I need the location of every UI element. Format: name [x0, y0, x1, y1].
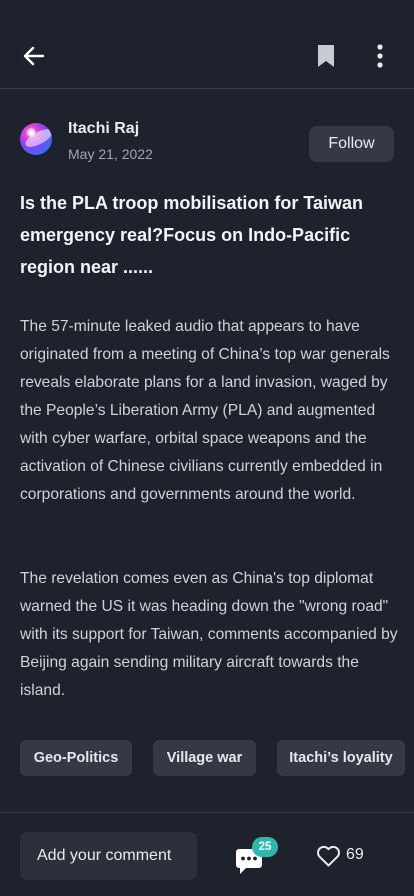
article-screen: Itachi Raj May 21, 2022 Follow Is the PL…	[0, 0, 414, 896]
tag-village-war[interactable]: Village war	[153, 740, 256, 776]
arrow-left-icon[interactable]	[20, 42, 48, 70]
avatar[interactable]	[20, 123, 52, 155]
post-paragraph-2: The revelation comes even as China's top…	[20, 570, 398, 699]
tag-itachis-loyality[interactable]: Itachi’s loyality	[277, 740, 405, 776]
like-count: 69	[346, 846, 364, 863]
tag-geo-politics[interactable]: Geo-Politics	[20, 740, 132, 776]
post-title: Is the PLA troop mobilisation for Taiwan…	[20, 193, 364, 277]
heart-icon[interactable]	[316, 844, 341, 868]
header-divider	[0, 88, 414, 89]
comment-count-badge: 25	[252, 837, 278, 857]
comment-input[interactable]: Add your comment	[20, 832, 197, 880]
top-bar	[0, 0, 414, 88]
follow-button[interactable]: Follow	[309, 126, 394, 162]
bookmark-icon[interactable]	[314, 43, 338, 69]
more-vertical-icon[interactable]	[368, 43, 392, 69]
author-name[interactable]: Itachi Raj	[68, 120, 139, 138]
post-paragraph-1: The 57-minute leaked audio that appears …	[20, 318, 390, 503]
footer-divider	[0, 812, 414, 813]
post-date: May 21, 2022	[68, 146, 153, 162]
